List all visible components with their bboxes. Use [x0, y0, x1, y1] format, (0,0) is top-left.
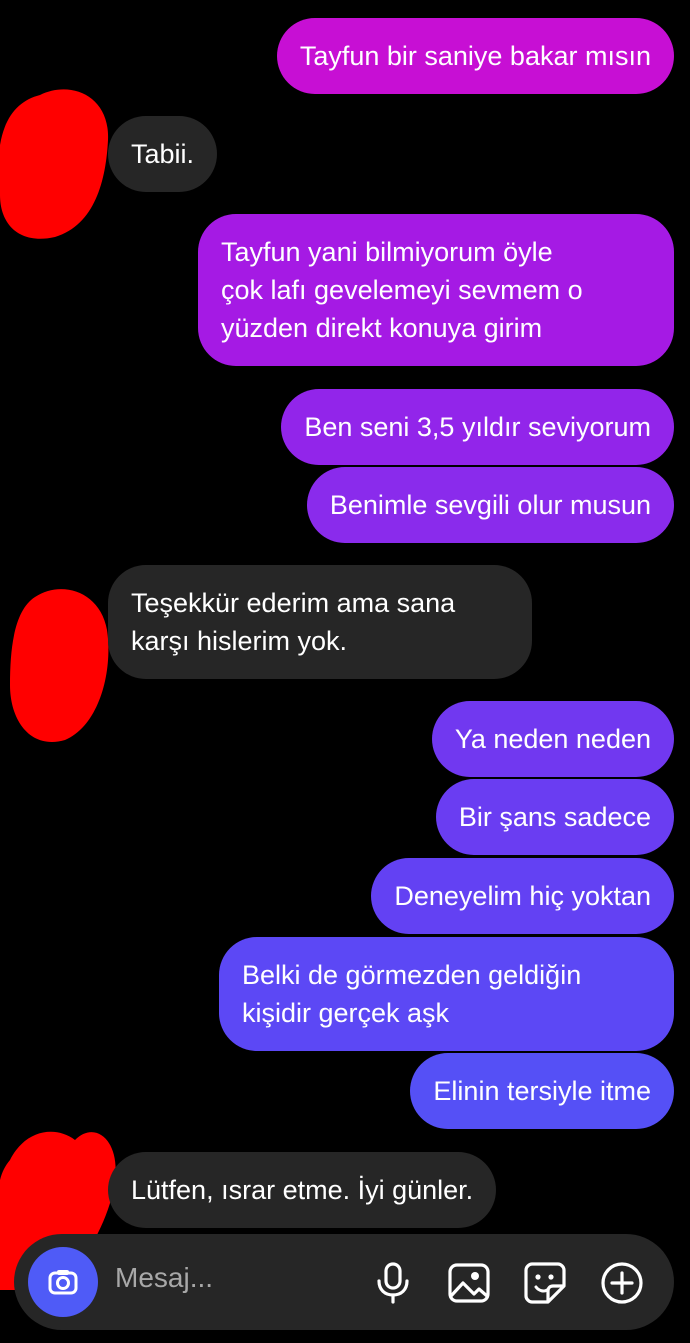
- message-input[interactable]: Mesaj...: [115, 1262, 213, 1294]
- message-text: Lütfen, ısrar etme. İyi günler.: [131, 1175, 474, 1205]
- message-bubble-received[interactable]: Tabii.: [108, 116, 218, 192]
- message-text: Elinin tersiyle itme: [433, 1076, 651, 1106]
- message-text: Tabii.: [131, 139, 195, 169]
- message-bubble-sent[interactable]: Tayfun yani bilmiyorum öyle çok lafı gev…: [198, 214, 674, 366]
- avatar-redaction: [10, 589, 109, 742]
- message-text: Bir şans sadece: [458, 802, 651, 832]
- message-text: Deneyelim hiç yoktan: [394, 881, 651, 911]
- message-bubble-sent[interactable]: Elinin tersiyle itme: [410, 1053, 674, 1129]
- message-bubble-sent[interactable]: Ben seni 3,5 yıldır seviyorum: [281, 389, 674, 465]
- message-text: Teşekkür ederim ama sana karşı hislerim …: [131, 588, 456, 656]
- message-text: Ben seni 3,5 yıldır seviyorum: [304, 412, 651, 442]
- message-text: Tayfun yani bilmiyorum öyle çok lafı gev…: [221, 237, 583, 343]
- message-bubble-sent[interactable]: Tayfun bir saniye bakar mısın: [276, 18, 674, 94]
- message-bubble-sent[interactable]: Ya neden neden: [431, 701, 674, 777]
- message-bubble-received[interactable]: Lütfen, ısrar etme. İyi günler.: [108, 1152, 497, 1228]
- message-composer: Mesaj...: [14, 1234, 674, 1330]
- camera-button[interactable]: [28, 1247, 98, 1317]
- message-text: Tayfun bir saniye bakar mısın: [299, 41, 651, 71]
- message-text: Belki de görmezden geldiğin kişidir gerç…: [242, 960, 582, 1028]
- message-bubble-sent[interactable]: Belki de görmezden geldiğin kişidir gerç…: [219, 937, 674, 1051]
- message-text: Ya neden neden: [454, 724, 651, 754]
- message-text: Benimle sevgili olur musun: [329, 490, 651, 520]
- sticker-icon[interactable]: [522, 1260, 568, 1306]
- avatar-redaction: [0, 89, 109, 239]
- microphone-icon[interactable]: [370, 1260, 416, 1306]
- image-icon[interactable]: [446, 1260, 492, 1306]
- message-bubble-sent[interactable]: Benimle sevgili olur musun: [306, 467, 674, 543]
- camera-icon: [48, 1270, 78, 1295]
- plus-icon[interactable]: [599, 1260, 645, 1306]
- message-bubble-received[interactable]: Teşekkür ederim ama sana karşı hislerim …: [108, 565, 532, 679]
- message-bubble-sent[interactable]: Deneyelim hiç yoktan: [371, 858, 674, 934]
- message-bubble-sent[interactable]: Bir şans sadece: [435, 779, 674, 855]
